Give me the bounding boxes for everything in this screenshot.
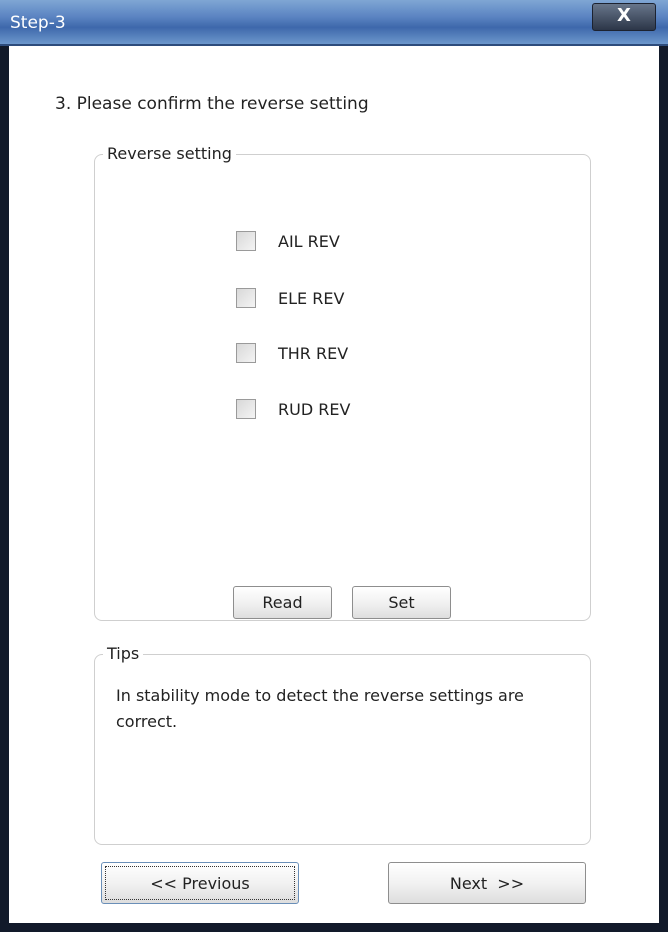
tips-group: Tips In stability mode to detect the rev… xyxy=(94,644,591,845)
rud-rev-checkbox[interactable] xyxy=(236,399,256,419)
step-heading: 3. Please confirm the reverse setting xyxy=(55,94,369,114)
reverse-setting-legend: Reverse setting xyxy=(103,144,236,163)
read-button[interactable]: Read xyxy=(233,586,332,619)
close-button[interactable]: X xyxy=(592,3,656,31)
ail-rev-label: AIL REV xyxy=(278,231,340,251)
ele-rev-option[interactable]: ELE REV xyxy=(236,286,344,310)
set-button[interactable]: Set xyxy=(352,586,451,619)
rud-rev-label: RUD REV xyxy=(278,399,351,419)
tips-text: In stability mode to detect the reverse … xyxy=(116,686,524,731)
window-title: Step-3 xyxy=(10,13,66,33)
tips-legend: Tips xyxy=(103,644,144,663)
rud-rev-option[interactable]: RUD REV xyxy=(236,397,350,421)
ele-rev-checkbox[interactable] xyxy=(236,288,256,308)
reverse-setting-group: Reverse setting xyxy=(94,144,591,621)
title-bar[interactable]: Step-3 X xyxy=(0,0,668,46)
ail-rev-option[interactable]: AIL REV xyxy=(236,229,340,253)
thr-rev-checkbox[interactable] xyxy=(236,343,256,363)
ele-rev-label: ELE REV xyxy=(278,288,345,308)
thr-rev-label: THR REV xyxy=(278,343,349,363)
previous-button[interactable]: << Previous xyxy=(101,862,299,904)
next-button[interactable]: Next >> xyxy=(388,862,586,904)
ail-rev-checkbox[interactable] xyxy=(236,231,256,251)
thr-rev-option[interactable]: THR REV xyxy=(236,341,348,365)
